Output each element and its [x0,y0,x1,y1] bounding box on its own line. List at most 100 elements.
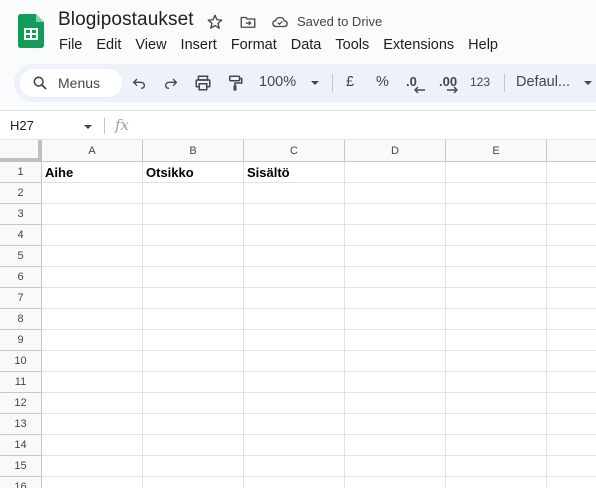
cell[interactable] [244,456,345,477]
cell[interactable] [42,309,143,330]
row-header[interactable]: 5 [0,246,42,267]
cell[interactable] [446,456,547,477]
cell[interactable] [42,393,143,414]
cell[interactable] [42,477,143,488]
cell[interactable] [244,414,345,435]
menu-tools[interactable]: Tools [328,35,376,55]
cell[interactable] [143,246,244,267]
row-header[interactable]: 10 [0,351,42,372]
cell[interactable] [345,414,446,435]
cell[interactable] [446,414,547,435]
search-menus-button[interactable]: Menus [20,69,122,97]
column-header-f[interactable] [547,140,596,162]
menu-insert[interactable]: Insert [174,35,224,55]
cell[interactable] [547,372,596,393]
row-header[interactable]: 2 [0,183,42,204]
paint-format-icon[interactable] [224,72,246,94]
menu-extensions[interactable]: Extensions [376,35,461,55]
menu-data[interactable]: Data [284,35,329,55]
cell[interactable] [446,288,547,309]
currency-format-button[interactable]: £ [346,74,354,90]
cell[interactable] [345,435,446,456]
cell[interactable] [42,225,143,246]
cell[interactable] [244,477,345,488]
redo-icon[interactable] [160,72,182,94]
cell[interactable] [143,351,244,372]
cell[interactable] [547,183,596,204]
cell[interactable] [244,204,345,225]
cell[interactable] [345,477,446,488]
zoom-dropdown-icon[interactable] [304,72,326,94]
cell[interactable] [244,393,345,414]
cell[interactable] [244,309,345,330]
cell[interactable] [547,351,596,372]
cell[interactable] [345,267,446,288]
menu-format[interactable]: Format [224,35,284,55]
cell[interactable] [547,393,596,414]
cloud-saved-icon[interactable] [270,12,290,32]
cell[interactable] [446,372,547,393]
cell[interactable] [143,225,244,246]
row-header[interactable]: 9 [0,330,42,351]
cell[interactable] [244,288,345,309]
cell[interactable] [547,414,596,435]
row-header[interactable]: 15 [0,456,42,477]
row-header[interactable]: 16 [0,477,42,488]
row-header[interactable]: 1 [0,162,42,183]
cell[interactable] [547,435,596,456]
cell[interactable] [345,330,446,351]
font-family-select[interactable]: Defaul... [516,74,570,90]
cell[interactable]: Otsikko [143,162,244,183]
menu-help[interactable]: Help [461,35,505,55]
cell[interactable] [547,267,596,288]
menu-view[interactable]: View [128,35,173,55]
cell[interactable] [446,330,547,351]
undo-icon[interactable] [128,72,150,94]
cell[interactable] [244,183,345,204]
row-header[interactable]: 13 [0,414,42,435]
cell[interactable] [42,330,143,351]
cell[interactable] [547,477,596,488]
cell[interactable] [446,246,547,267]
cell[interactable] [143,414,244,435]
cell[interactable] [42,351,143,372]
column-header-b[interactable]: B [143,140,244,162]
font-dropdown-icon[interactable] [577,72,596,94]
cell[interactable] [446,435,547,456]
cell[interactable] [446,225,547,246]
cell[interactable] [244,267,345,288]
cell[interactable] [446,477,547,488]
row-header[interactable]: 8 [0,309,42,330]
cell[interactable] [446,267,547,288]
row-header[interactable]: 11 [0,372,42,393]
cell[interactable] [345,351,446,372]
document-title[interactable]: Blogipostaukset [58,9,194,31]
cell[interactable] [547,162,596,183]
column-header-e[interactable]: E [446,140,547,162]
cell[interactable] [42,267,143,288]
cell[interactable] [446,204,547,225]
column-header-c[interactable]: C [244,140,345,162]
cell[interactable] [345,309,446,330]
column-header-d[interactable]: D [345,140,446,162]
cell[interactable] [244,435,345,456]
cell[interactable] [446,309,547,330]
cell[interactable] [143,393,244,414]
row-header[interactable]: 6 [0,267,42,288]
cell[interactable] [244,330,345,351]
cell[interactable] [42,288,143,309]
menu-file[interactable]: File [52,35,89,55]
cell[interactable] [42,246,143,267]
name-box[interactable]: H27 [10,118,34,133]
cell[interactable] [244,351,345,372]
number-format-button[interactable]: 123 [470,75,490,89]
column-header-a[interactable]: A [42,140,143,162]
row-header[interactable]: 4 [0,225,42,246]
cell[interactable] [547,309,596,330]
star-icon[interactable] [205,12,225,32]
menu-edit[interactable]: Edit [89,35,128,55]
cell[interactable] [42,183,143,204]
cell[interactable] [547,456,596,477]
cell[interactable] [143,456,244,477]
cell[interactable] [244,372,345,393]
